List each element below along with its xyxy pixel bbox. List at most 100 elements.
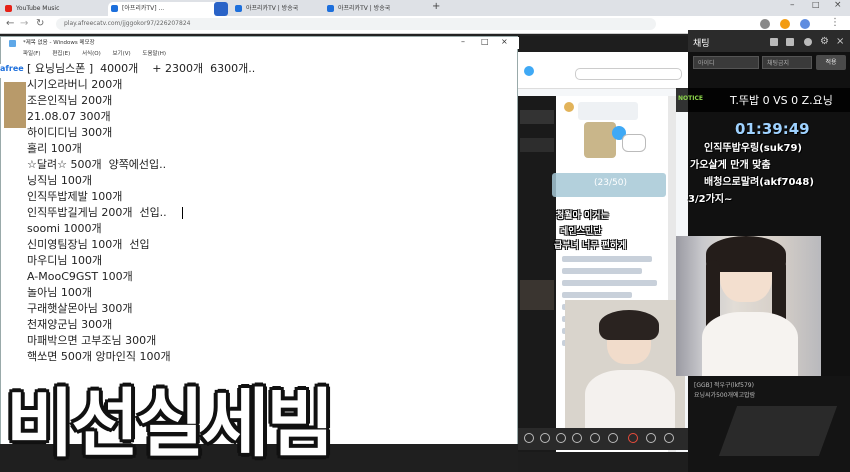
person-hair — [599, 310, 659, 340]
text-line: 조은인직님 200개 — [27, 94, 113, 107]
tab-afreeca-live[interactable]: [아프리카TV] ... — [108, 2, 226, 16]
text-area[interactable]: [ 요닝님스폰 ] 4000개 + 2300개 6300개.. 시기오라버니 2… — [27, 61, 507, 365]
toolbar-icon[interactable] — [646, 433, 656, 443]
list-item — [562, 292, 632, 298]
afreeca-icon — [111, 5, 118, 12]
text-line: 구래햇살몬아님 300개 — [27, 302, 133, 315]
stream-bottom-chat: [GGB] 적우구(lkf579) 요닝씨가500개에고맙람 — [688, 376, 850, 472]
list-item — [562, 268, 642, 274]
chat-user-icon[interactable] — [770, 38, 778, 46]
chat-option-select[interactable]: 채팅금지 — [762, 56, 812, 69]
text-line: 핵쏘면 500개 앙마인직 100개 — [27, 350, 171, 363]
toolbar-icon[interactable] — [524, 433, 534, 443]
minimize-icon[interactable]: – — [461, 37, 465, 46]
window-title: *제목 없음 - Windows 메모장 — [1, 37, 519, 49]
text-line: 21.08.07 300개 — [27, 110, 111, 123]
afreeca-icon — [327, 5, 334, 12]
menu-format[interactable]: 서식(O) — [82, 51, 101, 57]
tab-afreeca-station-1[interactable]: 아프리카TV | 방송국 — [232, 2, 332, 16]
maximize-icon[interactable]: □ — [812, 0, 820, 9]
toolbar-icon[interactable] — [664, 433, 674, 443]
text-line: 놀아님 100개 — [27, 286, 92, 299]
overlay-text: 레인스민단 — [560, 227, 602, 237]
search-input[interactable] — [575, 68, 682, 80]
text-line: 마패박으면 고부조님 300개 — [27, 334, 157, 347]
chat-line: 3/2가지~ — [688, 194, 733, 205]
close-icon[interactable]: × — [501, 37, 508, 46]
menu-help[interactable]: 도움말(H) — [142, 51, 166, 57]
menu-view[interactable]: 보기(V) — [112, 51, 130, 57]
afreeca-icon — [524, 66, 534, 76]
notepad-icon — [9, 40, 16, 47]
tab-afreeca-station-2[interactable]: 아프리카TV | 방송국 — [324, 2, 438, 16]
extension-icon[interactable] — [760, 19, 770, 29]
stream-chat-lines: 인직뚜밥우링(suk79) 가오살게 만개 맞춤 배청으로말려(akf7048)… — [688, 140, 850, 208]
thumbnail — [520, 110, 554, 124]
minimize-icon[interactable]: – — [790, 0, 795, 10]
chat-list-icon[interactable] — [786, 38, 794, 46]
keyboard-image — [718, 406, 838, 456]
text-line: 천재양군님 300개 — [27, 318, 113, 331]
overlay-text: 급부녀 너무 편하게 — [554, 241, 627, 251]
chat-line: 인직뚜밥우링(suk79) — [704, 143, 802, 154]
list-item — [562, 256, 652, 262]
url-field[interactable]: play.afreecatv.com/jjggokor97/226207824 — [56, 18, 656, 30]
thumbnail — [4, 82, 26, 128]
back-icon[interactable]: ← — [6, 18, 14, 29]
text-line: ☆달려☆ 500개 양쪽에선입.. — [27, 158, 167, 171]
broadcast-toolbar — [518, 428, 688, 450]
toolbar-icon[interactable] — [572, 433, 582, 443]
toolbar-icon[interactable] — [608, 433, 618, 443]
profile-avatar[interactable] — [800, 19, 810, 29]
tab-label: 아프리카TV | 방송국 — [246, 5, 299, 12]
text-line: 홀리 100개 — [27, 142, 82, 155]
menu-file[interactable]: 파일(F) — [23, 51, 41, 57]
more-menu-icon[interactable]: ⋮ — [830, 17, 840, 28]
reload-icon[interactable]: ↻ — [36, 18, 44, 29]
forward-icon[interactable]: → — [20, 18, 28, 29]
text-line: 닝직님 100개 — [27, 174, 92, 187]
maximize-icon[interactable]: □ — [481, 37, 489, 46]
text-line: 인직뚜밥길게님 200개 선입.. — [27, 206, 167, 219]
chat-emoji-icon[interactable] — [804, 38, 812, 46]
afreeca-icon — [235, 5, 242, 12]
text-line: A-MooC9GST 100개 — [27, 270, 133, 283]
nickname-input[interactable]: 아이디 — [693, 56, 759, 69]
notice-tag: NOTICE — [678, 95, 703, 102]
emoticon-image — [584, 122, 616, 158]
toolbar-icon[interactable] — [590, 433, 600, 443]
menu-bar: 파일(F) 편집(E) 서식(O) 보기(V) 도움말(H) — [1, 49, 519, 59]
thumbnail — [520, 138, 554, 152]
close-icon[interactable]: × — [836, 36, 844, 47]
video-caption: 비선실세빔 — [6, 381, 334, 467]
chat-line: 요닝씨가500개에고맙람 — [694, 392, 756, 399]
extension-icon[interactable] — [780, 19, 790, 29]
text-line: 시기오라버니 200개 — [27, 78, 123, 91]
toolbar-icon[interactable] — [556, 433, 566, 443]
chat-title: 채팅 — [693, 39, 710, 49]
webcam-view — [565, 300, 685, 430]
tab-label: 아프리카TV | 방송국 — [338, 5, 391, 12]
toolbar-icon[interactable] — [540, 433, 550, 443]
apply-button[interactable]: 적용 — [816, 55, 846, 70]
person-body — [585, 370, 675, 430]
score-text: T.뚜밥 0 VS 0 Z.요닝 — [730, 94, 833, 107]
browser-tab-bar: YouTube Music [아프리카TV] ... 아프리카TV | 방송국 … — [0, 0, 850, 16]
chat-line: 가오살게 만개 맞춤 — [690, 160, 771, 171]
app-shortcut-icon[interactable] — [214, 2, 228, 16]
text-cursor — [182, 207, 183, 219]
record-icon[interactable] — [628, 433, 638, 443]
new-tab-button[interactable]: + — [432, 1, 440, 12]
close-icon[interactable]: × — [834, 0, 842, 10]
tab-label: YouTube Music — [16, 5, 60, 12]
tab-label: [아프리카TV] ... — [122, 5, 165, 12]
tab-youtube-music[interactable]: YouTube Music — [2, 2, 116, 16]
youtube-music-icon — [5, 5, 12, 12]
broadcast-timer: 01:39:49 — [735, 120, 810, 138]
text-line: 마우디님 100개 — [27, 254, 103, 267]
gear-icon[interactable]: ⚙ — [820, 36, 829, 47]
text-line: soomi 1000개 — [27, 222, 102, 235]
overlay-text: 청월아 이거는 — [556, 211, 609, 221]
thumbnail — [520, 280, 554, 310]
menu-edit[interactable]: 편집(E) — [52, 51, 70, 57]
